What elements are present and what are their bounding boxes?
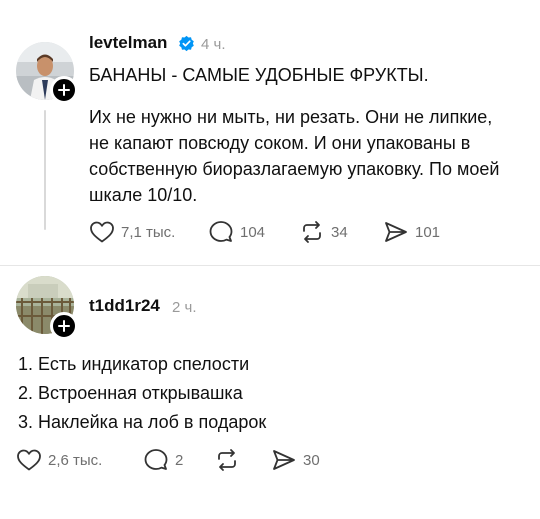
comment-icon xyxy=(209,221,233,242)
send-icon xyxy=(385,222,407,242)
send-icon xyxy=(273,450,295,470)
plus-icon xyxy=(58,84,70,96)
thread-line xyxy=(44,110,46,230)
share-count: 101 xyxy=(415,223,441,241)
reply-line: 1. Есть индикатор спелости xyxy=(18,354,250,374)
share-button[interactable]: 30 xyxy=(271,448,320,472)
reply-line: 2. Встроенная открывашка xyxy=(18,383,243,403)
post-body-line: собственную биоразлагаемую упаковку. По … xyxy=(89,159,500,179)
comment-count: 2 xyxy=(175,451,184,469)
heart-icon xyxy=(90,221,114,243)
repost-icon xyxy=(303,221,321,243)
comment-count: 104 xyxy=(240,223,266,241)
reply-body: 1. Есть индикатор спелости 2. Встроенная… xyxy=(18,350,266,437)
repost-count: 34 xyxy=(331,223,348,241)
reply-line: 3. Наклейка на лоб в подарок xyxy=(18,412,267,432)
post-username[interactable]: levtelman xyxy=(89,33,167,53)
post-body-line: Их не нужно ни мыть, ни резать. Они не л… xyxy=(89,107,493,127)
repost-button[interactable] xyxy=(214,448,240,472)
plus-icon xyxy=(58,320,70,332)
comment-button[interactable]: 2 xyxy=(143,448,183,472)
like-button[interactable]: 7,1 тыс. xyxy=(89,220,175,244)
post-time: 4 ч. xyxy=(201,36,226,53)
comment-icon xyxy=(144,449,168,470)
post-body-line: шкале 10/10. xyxy=(89,185,198,205)
reply-username[interactable]: t1dd1r24 xyxy=(89,296,160,316)
post-body: Их не нужно ни мыть, ни резать. Они не л… xyxy=(89,104,499,208)
share-count: 30 xyxy=(303,451,320,469)
comment-button[interactable]: 104 xyxy=(208,220,265,244)
like-count: 2,6 тыс. xyxy=(48,451,103,469)
follow-plus-button[interactable] xyxy=(50,312,78,340)
verified-badge-icon xyxy=(179,35,194,52)
post-headline: БАНАНЫ - САМЫЕ УДОБНЫЕ ФРУКТЫ. xyxy=(89,65,429,85)
divider xyxy=(0,265,540,266)
repost-icon xyxy=(218,449,236,471)
follow-plus-button[interactable] xyxy=(50,76,78,104)
share-button[interactable]: 101 xyxy=(383,220,440,244)
heart-icon xyxy=(17,449,41,471)
like-count: 7,1 тыс. xyxy=(121,223,176,241)
post-body-line: не капают повсюду соком. И они упакованы… xyxy=(89,133,471,153)
like-button[interactable]: 2,6 тыс. xyxy=(16,448,102,472)
repost-button[interactable]: 34 xyxy=(299,220,348,244)
reply-time: 2 ч. xyxy=(172,299,197,316)
